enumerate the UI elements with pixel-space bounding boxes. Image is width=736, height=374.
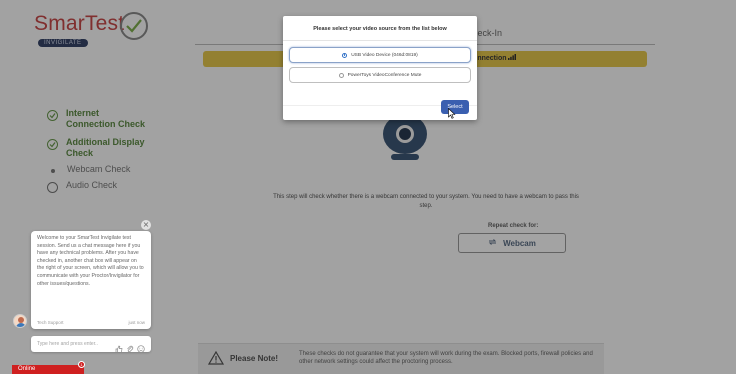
dialog-title: Please select your video source from the… (313, 26, 447, 32)
mouse-pointer-icon (448, 106, 456, 124)
chat-sender: Tech Support (37, 320, 64, 325)
chat-timestamp: just now (128, 320, 145, 325)
thumbs-up-icon[interactable] (115, 340, 123, 353)
chat-close-icon[interactable]: × (141, 220, 151, 230)
video-source-option-usb[interactable]: USB Video Device (046d:0819) (289, 47, 471, 63)
option-label: PowerToys VideoConference Mute (347, 72, 422, 78)
radio-selected-icon (342, 52, 348, 58)
option-label: USB Video Device (046d:0819) (351, 52, 418, 58)
attach-paperclip-icon[interactable] (126, 340, 134, 353)
video-source-option-powertoys[interactable]: PowerToys VideoConference Mute (289, 67, 471, 83)
emoji-smile-icon[interactable] (137, 340, 145, 353)
video-source-dialog: Please select your video source from the… (283, 16, 477, 120)
unread-count-badge: 1 (78, 361, 85, 368)
chat-input-actions (115, 340, 145, 353)
chat-message-text: Welcome to your SmarTest Invigilate test… (37, 235, 144, 287)
support-avatar (13, 314, 27, 328)
online-status-tab[interactable]: Online (12, 365, 84, 374)
dialog-divider (283, 40, 477, 41)
chat-message-bubble: Welcome to your SmarTest Invigilate test… (31, 231, 151, 329)
radio-unselected-icon (338, 72, 344, 78)
